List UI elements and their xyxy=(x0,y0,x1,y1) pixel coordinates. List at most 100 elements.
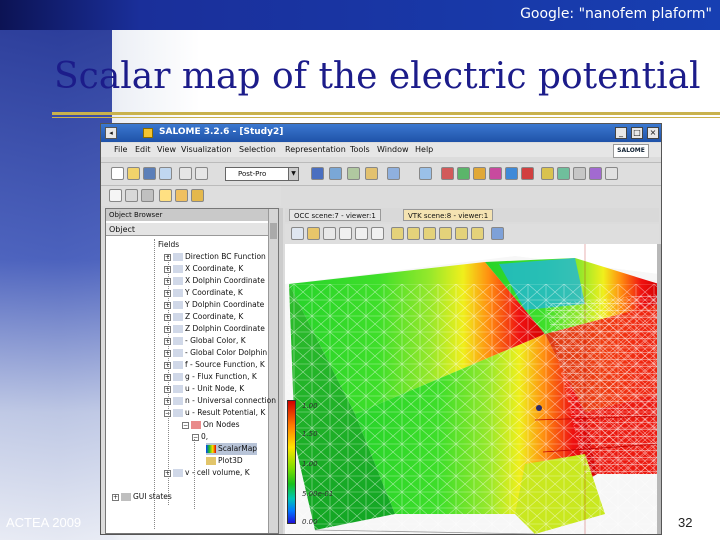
paste-icon[interactable] xyxy=(195,167,208,180)
expand-icon[interactable]: + xyxy=(164,253,171,261)
tree-item[interactable]: + f - Source Function, K xyxy=(164,359,265,371)
expand-icon[interactable]: + xyxy=(164,289,171,297)
tree-item[interactable]: + X Coordinate, K xyxy=(164,263,243,275)
view-top-icon[interactable] xyxy=(423,227,436,240)
pointer-icon[interactable] xyxy=(109,189,122,202)
new-document-icon[interactable] xyxy=(111,167,124,180)
stream-lines-icon[interactable] xyxy=(521,167,534,180)
menu-edit[interactable]: Edit xyxy=(135,145,151,154)
save-state-icon[interactable] xyxy=(141,189,154,202)
view-back-icon[interactable] xyxy=(407,227,420,240)
fit-all-icon[interactable] xyxy=(323,227,336,240)
window-menu-button[interactable]: ◂ xyxy=(105,127,117,139)
paste-view-icon[interactable] xyxy=(191,189,204,202)
tree-item-on-nodes[interactable]: − On Nodes xyxy=(182,419,240,431)
tree-item-scalar-map[interactable]: ScalarMap xyxy=(206,443,258,455)
expand-icon[interactable]: + xyxy=(164,349,171,357)
expand-icon[interactable]: + xyxy=(112,493,119,501)
tree-item[interactable]: + - Global Color, K xyxy=(164,335,246,347)
scrollbar-thumb[interactable] xyxy=(270,223,277,239)
expand-icon[interactable]: + xyxy=(164,361,171,369)
minimize-button[interactable]: _ xyxy=(615,127,627,139)
expand-icon[interactable]: + xyxy=(164,337,171,345)
tab-occ-viewer[interactable]: OCC scene:7 - viewer:1 xyxy=(289,209,381,221)
tree-item[interactable]: + g - Flux Function, K xyxy=(164,371,257,383)
expand-icon[interactable]: + xyxy=(164,373,171,381)
expand-icon[interactable]: + xyxy=(164,385,171,393)
menu-view[interactable]: View xyxy=(157,145,176,154)
gauss-points-icon[interactable] xyxy=(589,167,602,180)
copy-icon[interactable] xyxy=(179,167,192,180)
panel-splitter[interactable] xyxy=(279,208,283,534)
expand-icon[interactable]: + xyxy=(164,397,171,405)
tree-item[interactable]: + Y Dolphin Coordinate xyxy=(164,299,264,311)
menu-file[interactable]: File xyxy=(114,145,127,154)
folder-icon[interactable] xyxy=(125,189,138,202)
table-icon[interactable] xyxy=(573,167,586,180)
rotate-icon[interactable] xyxy=(371,227,384,240)
tree-item[interactable]: + v - cell volume, K xyxy=(164,467,250,479)
expand-icon[interactable]: + xyxy=(164,469,171,477)
tree-item[interactable]: + X Dolphin Coordinate xyxy=(164,275,265,287)
tree-item[interactable]: + n - Universal connection xyxy=(164,395,276,407)
import-med-icon[interactable] xyxy=(419,167,432,180)
view-front-icon[interactable] xyxy=(391,227,404,240)
expand-icon[interactable]: + xyxy=(164,277,171,285)
cut-planes-icon[interactable] xyxy=(473,167,486,180)
module-select[interactable]: Post-Pro ▼ xyxy=(225,167,299,181)
geometry-module-icon[interactable] xyxy=(311,167,324,180)
tree-item-timestamp[interactable]: −0, xyxy=(192,431,208,443)
menu-window[interactable]: Window xyxy=(377,145,409,154)
scalar-map-icon[interactable] xyxy=(441,167,454,180)
vectors-icon[interactable] xyxy=(505,167,518,180)
tree-item-result-potential[interactable]: − u - Result Potential, K xyxy=(164,407,265,419)
tree-item-fields[interactable]: Fields xyxy=(158,239,179,251)
view-right-icon[interactable] xyxy=(471,227,484,240)
collapse-icon[interactable]: − xyxy=(164,409,171,417)
expand-icon[interactable]: + xyxy=(164,313,171,321)
object-browser-scrollbar[interactable] xyxy=(268,209,278,533)
dump-view-icon[interactable] xyxy=(291,227,304,240)
view-left-icon[interactable] xyxy=(455,227,468,240)
menu-tools[interactable]: Tools xyxy=(350,145,370,154)
tree-item[interactable]: + Z Coordinate, K xyxy=(164,311,243,323)
copy-view-icon[interactable] xyxy=(175,189,188,202)
tree-item[interactable]: + u - Unit Node, K xyxy=(164,383,244,395)
expand-icon[interactable]: + xyxy=(164,301,171,309)
tree-item[interactable]: + Z Dolphin Coordinate xyxy=(164,323,265,335)
vtk-3d-viewer[interactable] xyxy=(285,244,659,534)
tree-item[interactable]: + - Global Color Dolphin xyxy=(164,347,267,359)
maximize-button[interactable]: □ xyxy=(631,127,643,139)
viewer-scrollbar[interactable] xyxy=(657,244,661,534)
trihedron-icon[interactable] xyxy=(307,227,320,240)
notebook-icon[interactable] xyxy=(159,189,172,202)
menu-representation[interactable]: Representation xyxy=(285,145,346,154)
collapse-icon[interactable]: − xyxy=(182,421,189,429)
mesh-module-icon[interactable] xyxy=(329,167,342,180)
expand-icon[interactable]: + xyxy=(164,325,171,333)
tree-item[interactable]: + Direction BC Function xyxy=(164,251,266,263)
collapse-icon[interactable]: − xyxy=(192,433,199,441)
expand-icon[interactable]: + xyxy=(164,265,171,273)
iso-surfaces-icon[interactable] xyxy=(457,167,470,180)
post-pro-module-icon[interactable] xyxy=(365,167,378,180)
zoom-icon[interactable] xyxy=(339,227,352,240)
reset-view-icon[interactable] xyxy=(491,227,504,240)
tree-item-plot3d[interactable]: Plot3D xyxy=(206,455,243,467)
close-button[interactable]: × xyxy=(647,127,659,139)
menu-selection[interactable]: Selection xyxy=(239,145,276,154)
cut-lines-icon[interactable] xyxy=(557,167,570,180)
dump-study-icon[interactable] xyxy=(159,167,172,180)
menu-help[interactable]: Help xyxy=(415,145,433,154)
supervisor-module-icon[interactable] xyxy=(347,167,360,180)
tree-item[interactable]: + Y Coordinate, K xyxy=(164,287,243,299)
save-icon[interactable] xyxy=(143,167,156,180)
tab-vtk-viewer[interactable]: VTK scene:8 - viewer:1 xyxy=(403,209,494,221)
deformed-shape-icon[interactable] xyxy=(489,167,502,180)
open-folder-icon[interactable] xyxy=(127,167,140,180)
menu-visualization[interactable]: Visualization xyxy=(181,145,232,154)
pan-icon[interactable] xyxy=(355,227,368,240)
plot3d-icon[interactable] xyxy=(541,167,554,180)
view-bottom-icon[interactable] xyxy=(439,227,452,240)
animation-icon[interactable] xyxy=(605,167,618,180)
